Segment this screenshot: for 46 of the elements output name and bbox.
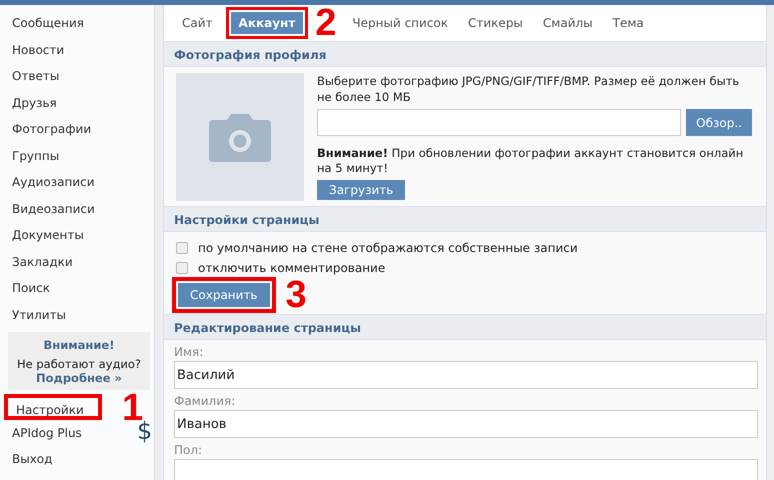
step-number: 3 [286,278,307,312]
settings-tab[interactable]: Смайлы [534,12,601,34]
field-label: Имя: [174,344,204,361]
sidebar-link[interactable]: Настройки [4,394,102,420]
sidebar-link[interactable]: Группы [4,142,154,169]
field-label: Фамилия: [174,393,236,410]
sidebar-link[interactable]: Выход [4,447,60,472]
text-field[interactable]: Иванов [174,410,758,438]
option-label: отключить комментирование [198,260,386,277]
text-field[interactable]: Василий [174,361,758,389]
upload-button[interactable]: Загрузить [317,180,406,200]
settings-tab[interactable]: Черный список [344,12,456,34]
settings-tab[interactable]: Тема [604,12,652,34]
option-label: по умолчанию на стене отображаются собственные записи [198,240,578,257]
sidebar-link[interactable]: Закладки [4,248,154,275]
sidebar-link[interactable]: Аудиозаписи [4,169,154,196]
section-header: Редактирование страницы [164,314,766,340]
section-header: Фотография профиля [164,41,766,67]
sidebar-link[interactable]: Видеозаписи [4,196,154,222]
sidebar-link[interactable]: Документы [4,222,154,248]
section-header: Настройки страницы [164,206,766,232]
sidebar-link[interactable]: Сообщения [4,10,154,36]
sidebar-link[interactable]: Утилиты [4,302,154,328]
field-label: Пол: [174,442,202,459]
notice-text: Не работают аудио? [16,357,142,372]
camera-icon [207,112,273,162]
save-button[interactable]: Сохранить [178,283,270,307]
photo-hint: Выберите фотографию JPG/PNG/GIF/TIFF/BMP. Размер её должен быть не более 10 МБ [317,73,740,105]
checkbox[interactable] [176,262,188,274]
gender-select[interactable] [174,459,758,480]
settings-tab[interactable]: Сайт [174,12,221,34]
sidebar-link[interactable]: Ответы [4,63,154,90]
notice-title: Внимание! [44,337,114,354]
step-number: 2 [315,5,336,41]
sidebar-link[interactable]: Фотографии [4,116,154,142]
sidebar-link[interactable]: APIdog Plus [4,421,90,446]
sidebar-link[interactable]: Поиск [4,275,154,302]
browse-button[interactable]: Обзор.. [686,109,752,136]
upload-warning: Внимание! При обновлении фотографии аккаунт становится онлайн на 5 минут! [317,146,744,176]
sidebar-link[interactable]: Друзья [4,90,154,116]
file-path-field[interactable] [317,109,682,136]
more-link[interactable]: Подробнее » [36,371,122,386]
sidebar-link[interactable]: Новости [4,36,154,63]
settings-tab[interactable]: Стикеры [460,12,531,34]
settings-tab[interactable]: Аккаунт [230,12,304,34]
checkbox[interactable] [176,242,188,254]
